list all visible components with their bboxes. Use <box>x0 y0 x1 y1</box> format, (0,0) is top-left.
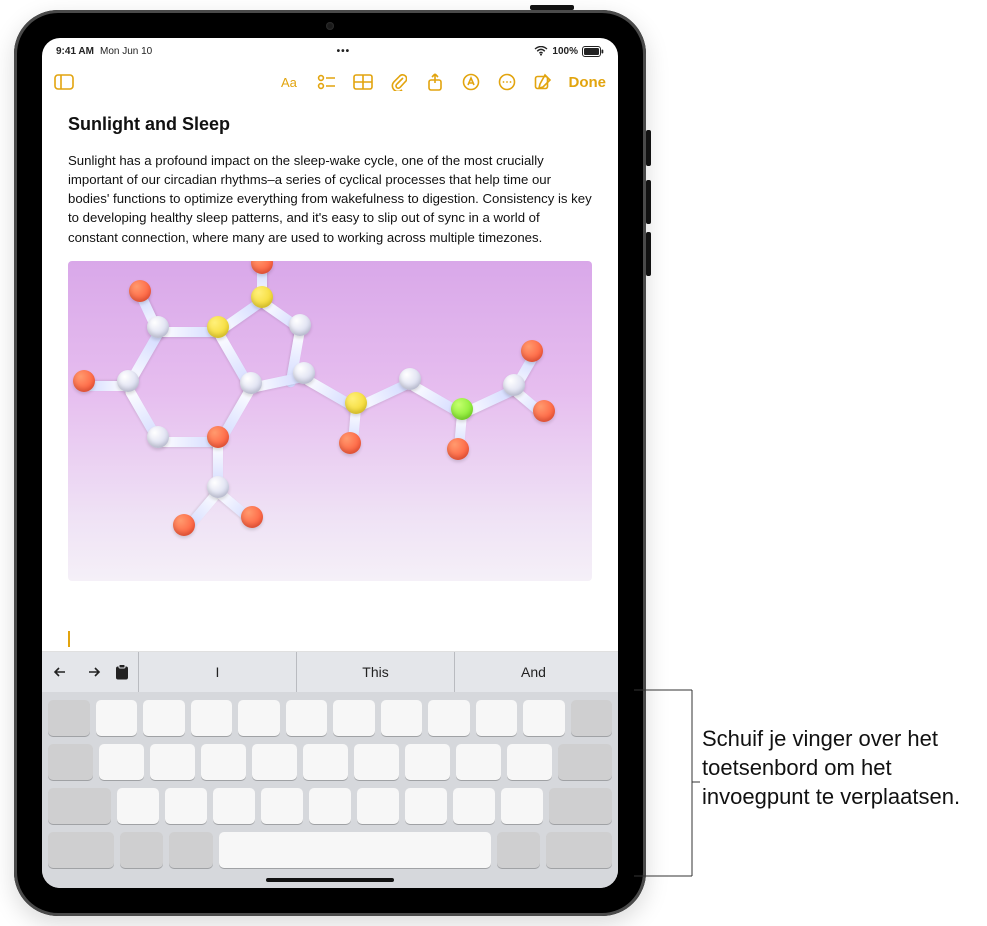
blank-key[interactable] <box>333 700 375 736</box>
blank-key[interactable] <box>252 744 297 780</box>
blank-key[interactable] <box>381 700 423 736</box>
screen: 9:41 AM Mon Jun 10 ••• 100% <box>42 38 618 888</box>
blank-key[interactable] <box>169 832 213 868</box>
molecule-graphic <box>68 261 592 581</box>
battery-pct: 100% <box>552 46 578 57</box>
table-icon[interactable] <box>353 72 373 92</box>
more-icon[interactable] <box>497 72 517 92</box>
done-button[interactable]: Done <box>569 74 607 91</box>
attach-icon[interactable] <box>389 72 409 92</box>
blank-key[interactable] <box>453 788 495 824</box>
blank-key[interactable] <box>48 700 90 736</box>
blank-key[interactable] <box>357 788 399 824</box>
blank-key[interactable] <box>571 700 613 736</box>
volume-up-button <box>646 180 651 224</box>
blank-key[interactable] <box>456 744 501 780</box>
blank-key[interactable] <box>354 744 399 780</box>
blank-key[interactable] <box>143 700 185 736</box>
blank-key[interactable] <box>48 832 114 868</box>
front-camera <box>326 22 334 30</box>
blank-key[interactable] <box>549 788 612 824</box>
blank-key-space[interactable] <box>219 832 490 868</box>
ipad-device: 9:41 AM Mon Jun 10 ••• 100% <box>14 10 646 916</box>
status-bar: 9:41 AM Mon Jun 10 ••• 100% <box>42 38 618 62</box>
blank-key[interactable] <box>405 744 450 780</box>
blank-key[interactable] <box>99 744 144 780</box>
blank-key[interactable] <box>191 700 233 736</box>
app-toolbar: Aa <box>42 62 618 102</box>
status-time: 9:41 AM <box>56 46 94 57</box>
blank-key[interactable] <box>428 700 470 736</box>
prediction-bar: I This And <box>138 652 612 692</box>
keyboard-keys-area[interactable] <box>42 692 618 872</box>
keyboard-trackpad-mode[interactable]: I This And <box>42 652 618 888</box>
redo-icon[interactable] <box>78 658 106 686</box>
blank-key[interactable] <box>261 788 303 824</box>
undo-icon[interactable] <box>48 658 76 686</box>
blank-key[interactable] <box>48 744 93 780</box>
text-format-icon[interactable]: Aa <box>281 72 301 92</box>
note-content[interactable]: Sunlight and Sleep Sunlight has a profou… <box>42 102 618 654</box>
blank-key[interactable] <box>286 700 328 736</box>
clipboard-icon[interactable] <box>108 658 136 686</box>
prediction-1[interactable]: I <box>138 652 296 692</box>
blank-key[interactable] <box>546 832 612 868</box>
blank-key[interactable] <box>501 788 543 824</box>
home-indicator[interactable] <box>42 872 618 888</box>
power-button <box>646 130 651 166</box>
note-title: Sunlight and Sleep <box>68 114 592 135</box>
note-image-molecule[interactable] <box>68 261 592 581</box>
blank-key[interactable] <box>497 832 541 868</box>
blank-key[interactable] <box>48 788 111 824</box>
blank-key[interactable] <box>523 700 565 736</box>
sidebar-toggle-icon[interactable] <box>54 72 74 92</box>
callout-text: Schuif je vinger over het toetsenbord om… <box>702 724 972 811</box>
checklist-icon[interactable] <box>317 72 337 92</box>
svg-text:Aa: Aa <box>281 75 298 90</box>
blank-key[interactable] <box>150 744 195 780</box>
text-cursor <box>68 631 70 647</box>
blank-key[interactable] <box>303 744 348 780</box>
top-button <box>530 5 574 10</box>
markup-icon[interactable] <box>461 72 481 92</box>
blank-key[interactable] <box>238 700 280 736</box>
prediction-3[interactable]: And <box>454 652 612 692</box>
status-date: Mon Jun 10 <box>100 46 152 57</box>
volume-down-button <box>646 232 651 276</box>
share-icon[interactable] <box>425 72 445 92</box>
blank-key[interactable] <box>96 700 138 736</box>
wifi-icon <box>534 46 548 56</box>
keyboard-toolbar: I This And <box>42 652 618 692</box>
blank-key[interactable] <box>558 744 612 780</box>
note-body: Sunlight has a profound impact on the sl… <box>68 151 592 247</box>
blank-key[interactable] <box>213 788 255 824</box>
multitask-dots-icon[interactable]: ••• <box>332 46 354 57</box>
blank-key[interactable] <box>309 788 351 824</box>
blank-key[interactable] <box>405 788 447 824</box>
blank-key[interactable] <box>476 700 518 736</box>
blank-key[interactable] <box>117 788 159 824</box>
blank-key[interactable] <box>507 744 552 780</box>
blank-key[interactable] <box>165 788 207 824</box>
battery-icon <box>582 46 604 57</box>
blank-key[interactable] <box>120 832 164 868</box>
compose-icon[interactable] <box>533 72 553 92</box>
blank-key[interactable] <box>201 744 246 780</box>
prediction-2[interactable]: This <box>296 652 454 692</box>
